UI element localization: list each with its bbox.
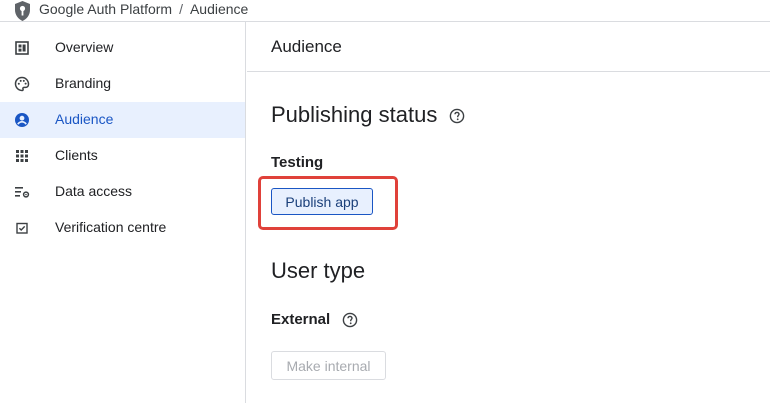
page-title: Audience [271, 37, 342, 56]
sidebar: Overview Branding Audience Clients Data … [0, 22, 246, 403]
sidebar-item-label: Branding [55, 75, 112, 91]
help-icon[interactable] [342, 312, 358, 328]
breadcrumb-root[interactable]: Google Auth Platform [39, 1, 172, 17]
breadcrumb-current: Audience [189, 1, 249, 17]
sidebar-item-label: Audience [55, 111, 114, 127]
top-bar: Google Auth Platform / Audience [0, 0, 770, 22]
user-type-heading: User type [271, 258, 366, 283]
sidebar-item-overview[interactable]: Overview [0, 30, 245, 66]
data-access-icon [14, 184, 30, 200]
breadcrumb-separator: / [179, 1, 183, 17]
dashboard-icon [14, 40, 30, 56]
apps-grid-icon [14, 148, 30, 164]
publishing-status-heading: Publishing status [271, 102, 438, 127]
sidebar-item-clients[interactable]: Clients [0, 138, 245, 174]
verification-icon [14, 220, 30, 236]
sidebar-item-branding[interactable]: Branding [0, 66, 245, 102]
main-content: Audience Publishing status Testing Publi… [247, 22, 770, 403]
sidebar-item-label: Clients [55, 147, 98, 163]
help-icon[interactable] [449, 108, 465, 124]
breadcrumb: Google Auth Platform / Audience [39, 1, 248, 17]
user-type-value: External [271, 311, 331, 328]
sidebar-item-label: Data access [55, 183, 133, 199]
publish-app-button[interactable]: Publish app [271, 188, 373, 215]
shield-icon [15, 1, 30, 21]
sidebar-item-verification-centre[interactable]: Verification centre [0, 210, 245, 246]
page-header: Audience [247, 22, 770, 72]
publishing-status-value: Testing [271, 154, 324, 171]
palette-icon [14, 76, 30, 92]
sidebar-item-audience[interactable]: Audience [0, 102, 245, 138]
sidebar-item-label: Overview [55, 39, 114, 55]
sidebar-item-label: Verification centre [55, 219, 167, 235]
sidebar-item-data-access[interactable]: Data access [0, 174, 245, 210]
account-circle-icon [14, 112, 30, 128]
make-internal-button[interactable]: Make internal [271, 351, 386, 380]
